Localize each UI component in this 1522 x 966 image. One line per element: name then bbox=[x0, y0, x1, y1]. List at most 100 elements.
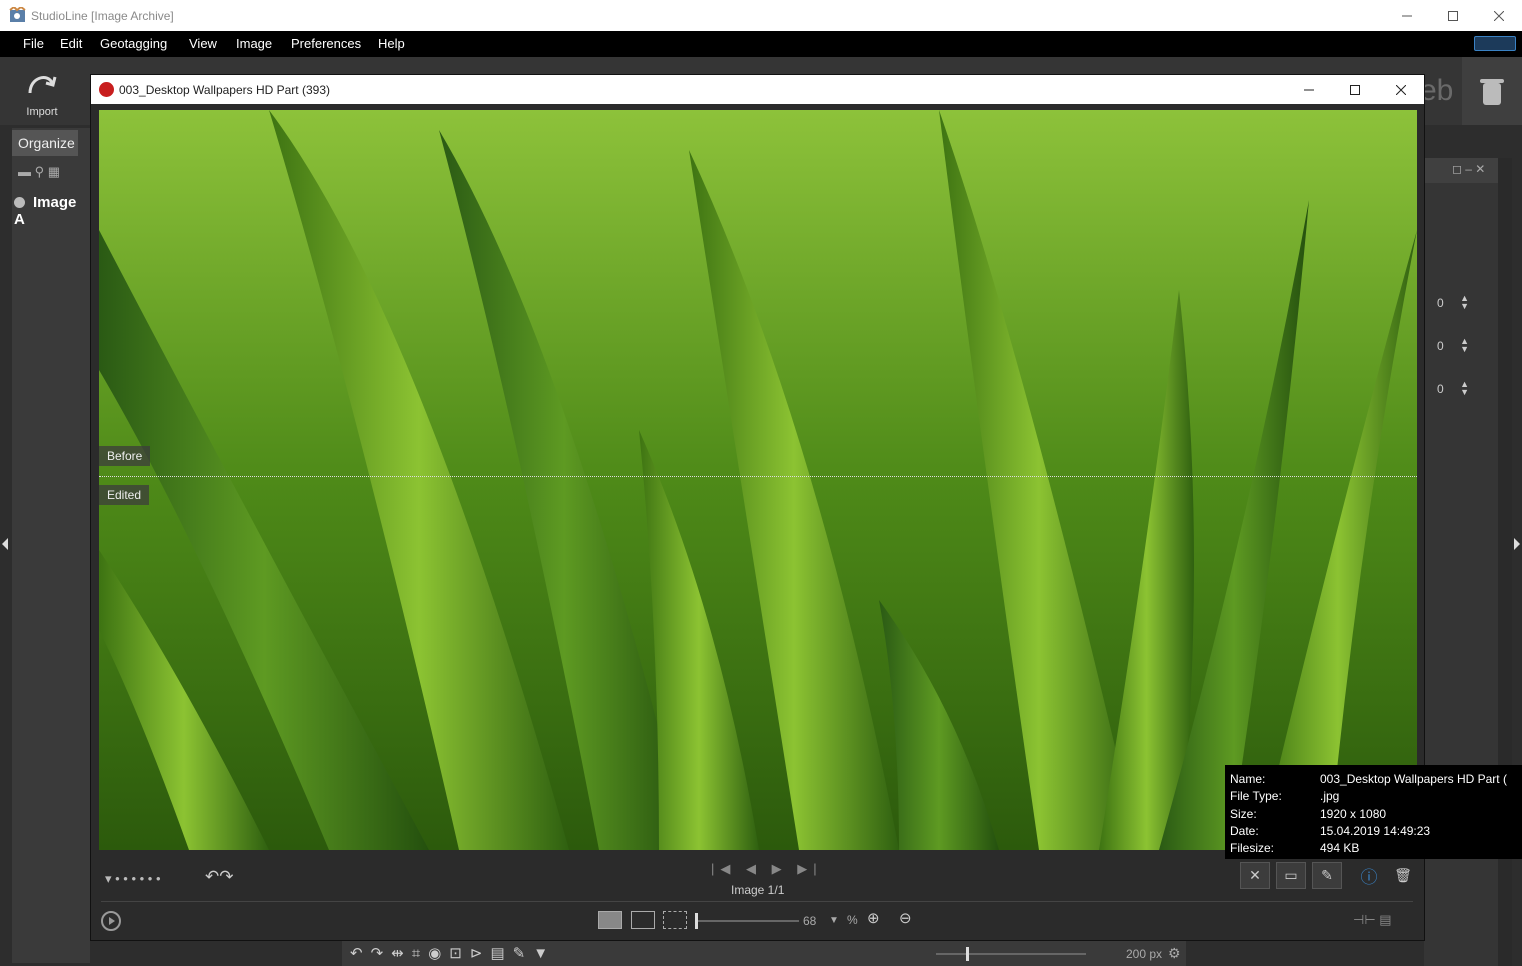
actual-size-icon[interactable] bbox=[631, 911, 655, 929]
thumbnail-size-value: 200 px bbox=[1126, 947, 1163, 961]
collapse-right-icon[interactable] bbox=[1514, 538, 1520, 550]
spin-field-3[interactable]: 0 ▲ ▼ bbox=[1429, 380, 1473, 398]
rotate-right-icon[interactable]: ↷ bbox=[219, 867, 233, 886]
close-button[interactable] bbox=[1476, 0, 1522, 31]
info-size-value: 1920 x 1080 bbox=[1320, 807, 1387, 821]
info-button[interactable]: ⓘ bbox=[1354, 862, 1384, 889]
menu-edit[interactable]: Edit bbox=[60, 36, 82, 51]
fit-view-icon[interactable] bbox=[598, 911, 622, 929]
flip-icon[interactable]: ⇹ bbox=[391, 945, 412, 962]
info-name-label: Name: bbox=[1230, 772, 1266, 786]
table-icon[interactable]: ▦ bbox=[48, 164, 60, 179]
thumbnail-slider-thumb[interactable] bbox=[966, 947, 969, 961]
viewer-app-icon bbox=[99, 82, 114, 97]
delete-button[interactable]: 🗑 bbox=[1388, 862, 1418, 889]
status-dot-icon bbox=[14, 197, 25, 208]
rotate-controls: ↶↷ bbox=[205, 867, 234, 887]
import-arrow-icon bbox=[28, 76, 57, 94]
info-date-label: Date: bbox=[1230, 824, 1259, 838]
trash-button[interactable] bbox=[1462, 57, 1522, 125]
trash-icon[interactable]: ▤ bbox=[490, 945, 512, 962]
grass-photo bbox=[99, 110, 1417, 850]
menu-view[interactable]: View bbox=[189, 36, 217, 51]
compare-icon: ▭ bbox=[1284, 867, 1298, 883]
zoom-preview-icon[interactable]: ⊡ bbox=[449, 945, 470, 962]
rating-dots[interactable]: ▾ • • • • • • bbox=[105, 871, 161, 887]
image-info-tooltip: Name: 003_Desktop Wallpapers HD Part ( F… bbox=[1225, 765, 1522, 859]
pencil-icon: ✎ bbox=[1321, 867, 1333, 883]
edit-info-icon[interactable]: ✎ bbox=[513, 945, 534, 962]
info-filesize-value: 494 KB bbox=[1320, 841, 1360, 855]
app-titlebar: StudioLine [Image Archive] bbox=[0, 0, 1522, 31]
spin-field-2[interactable]: 0 ▲ ▼ bbox=[1429, 337, 1473, 355]
import-button[interactable]: Import bbox=[12, 63, 72, 121]
zoom-out-icon[interactable]: ⊖ bbox=[899, 909, 912, 927]
info-filesize-label: Filesize: bbox=[1230, 841, 1275, 855]
zoom-dropdown-icon[interactable]: ▼ bbox=[829, 915, 839, 926]
menu-bar: File Edit Geotagging View Image Preferen… bbox=[0, 31, 1522, 57]
trash-icon: 🗑 bbox=[1394, 867, 1412, 883]
new-folder-icon[interactable]: ▬ bbox=[18, 164, 31, 179]
viewer-maximize-button[interactable] bbox=[1332, 75, 1378, 104]
search-icon[interactable]: ⚲ bbox=[35, 164, 45, 179]
web-tab-fragment: eb bbox=[1420, 74, 1454, 107]
menu-image[interactable]: Image bbox=[236, 36, 272, 51]
zoom-value[interactable]: 68 bbox=[803, 914, 816, 928]
minimize-icon bbox=[1304, 89, 1314, 90]
edited-label: Edited bbox=[99, 485, 150, 505]
viewer-minimize-button[interactable] bbox=[1286, 75, 1332, 104]
compare-button[interactable]: ▭ bbox=[1276, 862, 1306, 889]
crop-icon[interactable]: ⌗ bbox=[412, 945, 428, 962]
compare-split-icon[interactable]: ⊣⊢ ▤ bbox=[1353, 912, 1392, 928]
spin-arrows-icon: ▲ ▼ bbox=[1460, 379, 1469, 397]
close-icon bbox=[1494, 10, 1504, 21]
minimize-button[interactable] bbox=[1384, 0, 1430, 31]
photo-canvas[interactable]: Before Edited bbox=[99, 110, 1417, 850]
slideshow-play-button[interactable] bbox=[101, 911, 121, 931]
menu-file[interactable]: File bbox=[23, 36, 44, 51]
tab-organize[interactable]: Organize bbox=[12, 130, 78, 156]
spin-field-1[interactable]: 0 ▲ ▼ bbox=[1429, 294, 1473, 312]
preview-eye-icon[interactable]: ◉ bbox=[428, 945, 449, 962]
image-navigation[interactable]: |◀ ◀ ▶ ▶| bbox=[711, 861, 823, 877]
maximize-button[interactable] bbox=[1430, 0, 1476, 31]
info-icon: ⓘ bbox=[1360, 868, 1378, 887]
info-filetype-label: File Type: bbox=[1230, 789, 1282, 803]
settings-gear-icon[interactable]: ⚙ bbox=[1168, 945, 1181, 962]
apply-edits-button[interactable]: ✎ bbox=[1312, 862, 1342, 889]
menu-preferences[interactable]: Preferences bbox=[291, 36, 361, 51]
rotate-left-icon[interactable]: ↶ bbox=[205, 867, 219, 886]
rotate-left-icon[interactable]: ↶ bbox=[350, 945, 371, 962]
discard-edits-button[interactable]: ✕ bbox=[1240, 862, 1270, 889]
viewer-close-button[interactable] bbox=[1378, 75, 1424, 104]
import-label: Import bbox=[26, 106, 58, 118]
bottom-toolbar-icons: ↶↷⇹⌗◉⊡⊳▤✎▼ bbox=[350, 944, 556, 962]
collapse-left-icon[interactable] bbox=[2, 538, 8, 550]
zoom-in-icon[interactable]: ⊕ bbox=[867, 909, 880, 927]
menu-help[interactable]: Help bbox=[378, 36, 405, 51]
rotate-right-icon[interactable]: ↷ bbox=[371, 945, 392, 962]
minimize-icon bbox=[1402, 15, 1412, 16]
tree-item-image-archive[interactable]: Image A bbox=[14, 194, 90, 228]
viewer-titlebar: 003_Desktop Wallpapers HD Part (393) bbox=[91, 75, 1424, 104]
trash-icon bbox=[1480, 79, 1504, 105]
thumbnail-size-slider[interactable] bbox=[936, 947, 1086, 961]
fullscreen-icon[interactable] bbox=[663, 911, 687, 929]
zoom-slider-thumb[interactable] bbox=[695, 913, 698, 929]
divider bbox=[101, 901, 1413, 902]
cloud-sync-icon[interactable] bbox=[1474, 36, 1516, 51]
info-name-value: 003_Desktop Wallpapers HD Part ( bbox=[1320, 772, 1507, 786]
spin-arrows-icon: ▲ ▼ bbox=[1460, 293, 1469, 311]
zoom-unit: % bbox=[847, 913, 858, 927]
split-divider[interactable] bbox=[99, 476, 1417, 477]
menu-geotagging[interactable]: Geotagging bbox=[100, 36, 167, 51]
maximize-icon bbox=[1448, 10, 1458, 21]
spin-arrows-icon: ▲ ▼ bbox=[1460, 336, 1469, 354]
close-icon bbox=[1396, 84, 1406, 95]
zoom-slider[interactable] bbox=[695, 913, 799, 929]
filter-icon[interactable]: ▼ bbox=[533, 945, 556, 962]
before-label: Before bbox=[99, 446, 151, 466]
play-icon[interactable]: ⊳ bbox=[470, 945, 491, 962]
left-panel: Organize ▬ ⚲ ▦ Image A bbox=[12, 128, 90, 963]
panel-close-icon[interactable]: ◻ – ✕ bbox=[1452, 162, 1485, 176]
